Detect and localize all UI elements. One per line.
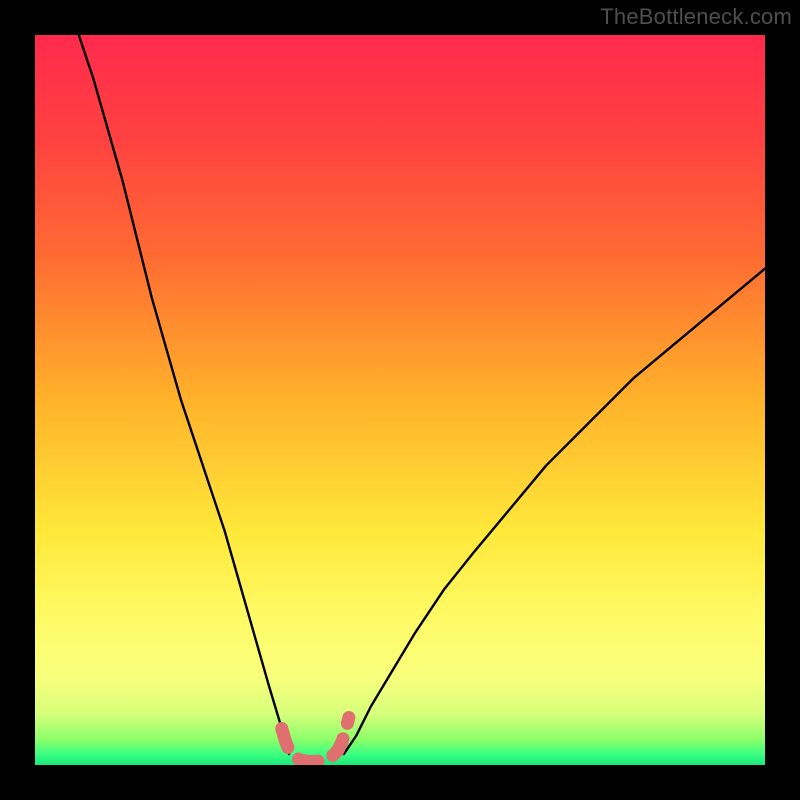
chart-background — [35, 35, 765, 765]
chart-svg — [35, 35, 765, 765]
plot-area — [35, 35, 765, 765]
watermark-text: TheBottleneck.com — [600, 4, 792, 30]
chart-frame: TheBottleneck.com — [0, 0, 800, 800]
